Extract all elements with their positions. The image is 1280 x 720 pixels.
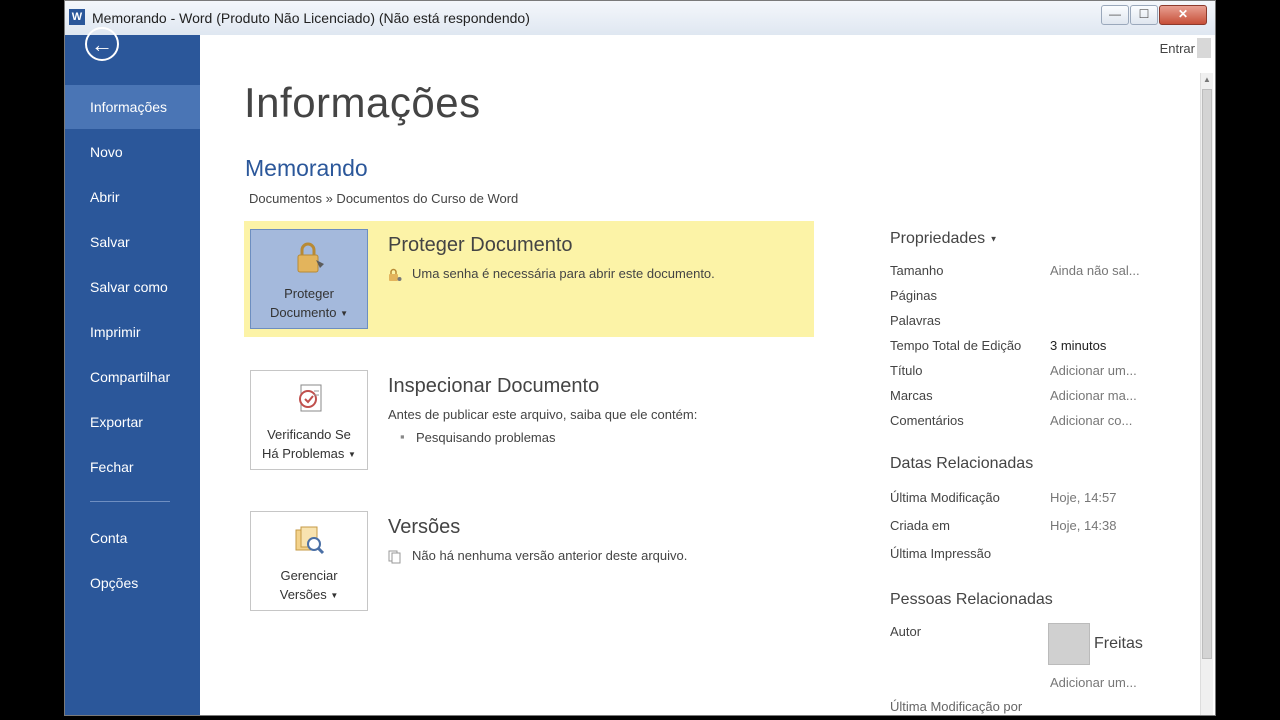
prop-value-title[interactable]: Adicionar um... [1050, 363, 1137, 378]
versions-section: Gerenciar Versões ▼ Versões Não há nenhu… [244, 503, 814, 619]
related-people-heading: Pessoas Relacionadas [890, 591, 1053, 608]
date-value-last-modified: Hoje, 14:57 [1050, 490, 1117, 505]
scroll-up-icon[interactable]: ▲ [1201, 73, 1213, 87]
related-dates-heading: Datas Relacionadas [890, 455, 1034, 472]
back-arrow-icon[interactable]: ← [85, 27, 119, 61]
vertical-scrollbar[interactable]: ▲ [1200, 73, 1213, 715]
sidebar-item-fechar[interactable]: Fechar [65, 445, 200, 489]
date-value-created: Hoje, 14:38 [1050, 518, 1117, 533]
versions-description: Não há nenhuma versão anterior deste arq… [412, 548, 688, 563]
prop-key-edit-time: Tempo Total de Edição [890, 338, 1022, 353]
chevron-down-icon: ▼ [348, 450, 356, 460]
sidebar-divider [90, 501, 170, 502]
user-silhouette-icon[interactable] [1197, 38, 1211, 58]
protect-description: Uma senha é necessária para abrir este d… [412, 266, 715, 281]
info-panel: Entrar ▲ Informações Memorando Documento… [200, 35, 1215, 715]
author-name[interactable]: Freitas [1094, 635, 1143, 653]
chevron-down-icon: ▼ [340, 309, 349, 319]
avatar[interactable] [1048, 623, 1090, 665]
lock-key-icon [389, 268, 402, 281]
word-app-icon[interactable]: W [69, 9, 85, 25]
protect-document-button[interactable]: Proteger Documento ▼ [250, 229, 368, 329]
add-author-link[interactable]: Adicionar um... [1050, 675, 1137, 690]
prop-key-tags: Marcas [890, 388, 933, 403]
backstage-sidebar: ← Informações Novo Abrir Salvar Salvar c… [65, 27, 200, 715]
properties-heading-label: Propriedades [890, 230, 986, 247]
inspect-section: Verificando Se Há Problemas ▼ Inspeciona… [244, 362, 814, 478]
prop-key-size: Tamanho [890, 263, 944, 278]
prop-value-tags[interactable]: Adicionar ma... [1050, 388, 1137, 403]
inspect-description: Antes de publicar este arquivo, saiba qu… [388, 407, 698, 422]
check-for-issues-button[interactable]: Verificando Se Há Problemas ▼ [250, 370, 368, 470]
last-modified-by-label: Última Modificação por [890, 699, 1023, 714]
versions-button-line1: Gerenciar [280, 568, 338, 583]
signin-link[interactable]: Entrar [1160, 41, 1195, 56]
sidebar-item-salvar[interactable]: Salvar [65, 220, 200, 264]
sidebar-item-exportar[interactable]: Exportar [65, 400, 200, 444]
maximize-button[interactable]: ☐ [1130, 5, 1158, 25]
protect-title: Proteger Documento [388, 234, 573, 256]
date-key-last-printed: Última Impressão [890, 546, 992, 561]
inspect-button-line2: Há Problemas [262, 446, 345, 461]
word-window: W Memorando - Word (Produto Não Licencia… [64, 0, 1216, 716]
properties-heading[interactable]: Propriedades ▼ [890, 230, 998, 248]
protect-button-line2: Documento [269, 305, 337, 320]
prop-key-title: Título [890, 363, 923, 378]
manage-versions-button[interactable]: Gerenciar Versões ▼ [250, 511, 368, 611]
date-key-created: Criada em [890, 518, 950, 533]
prop-value-comments[interactable]: Adicionar co... [1050, 413, 1132, 428]
inspect-button-line1: Verificando Se [267, 427, 351, 442]
chevron-down-icon: ▼ [989, 234, 998, 244]
sidebar-item-compartilhar[interactable]: Compartilhar [65, 355, 200, 399]
versions-button-line2: Versões [279, 587, 327, 602]
protect-section: Proteger Documento ▼ Proteger Documento … [244, 221, 814, 337]
title-bar: W Memorando - Word (Produto Não Licencia… [65, 1, 1215, 36]
inspect-bullet-item: Pesquisando problemas [416, 430, 556, 445]
document-path[interactable]: Documentos » Documentos do Curso de Word [249, 191, 518, 206]
prop-key-words: Palavras [890, 313, 941, 328]
minimize-button[interactable]: — [1101, 5, 1129, 25]
document-copy-icon [388, 550, 401, 564]
document-name: Memorando [245, 155, 368, 181]
sidebar-item-imprimir[interactable]: Imprimir [65, 310, 200, 354]
sidebar-item-abrir[interactable]: Abrir [65, 175, 200, 219]
protect-button-line1: Proteger [284, 286, 334, 301]
scroll-thumb[interactable] [1202, 89, 1212, 659]
sidebar-item-opcoes[interactable]: Opções [65, 561, 200, 605]
inspect-title: Inspecionar Documento [388, 375, 600, 397]
sidebar-item-novo[interactable]: Novo [65, 130, 200, 174]
lock-icon [297, 242, 324, 273]
prop-value-edit-time: 3 minutos [1050, 338, 1107, 353]
window-title: Memorando - Word (Produto Não Licenciado… [92, 10, 530, 26]
sidebar-item-conta[interactable]: Conta [65, 516, 200, 560]
sidebar-item-informacoes[interactable]: Informações [65, 85, 200, 129]
prop-key-pages: Páginas [890, 288, 937, 303]
page-title: Informações [244, 79, 481, 126]
bullet-icon: ▪ [400, 429, 405, 444]
author-label: Autor [890, 624, 922, 639]
sidebar-item-salvar-como[interactable]: Salvar como [65, 265, 200, 309]
versions-icon [295, 526, 325, 555]
versions-title: Versões [388, 516, 461, 538]
prop-key-comments: Comentários [890, 413, 964, 428]
prop-value-size: Ainda não sal... [1050, 263, 1140, 278]
close-button[interactable]: ✕ [1159, 5, 1207, 25]
date-key-last-modified: Última Modificação [890, 490, 1000, 505]
inspect-document-icon [299, 384, 322, 412]
chevron-down-icon: ▼ [330, 591, 339, 601]
